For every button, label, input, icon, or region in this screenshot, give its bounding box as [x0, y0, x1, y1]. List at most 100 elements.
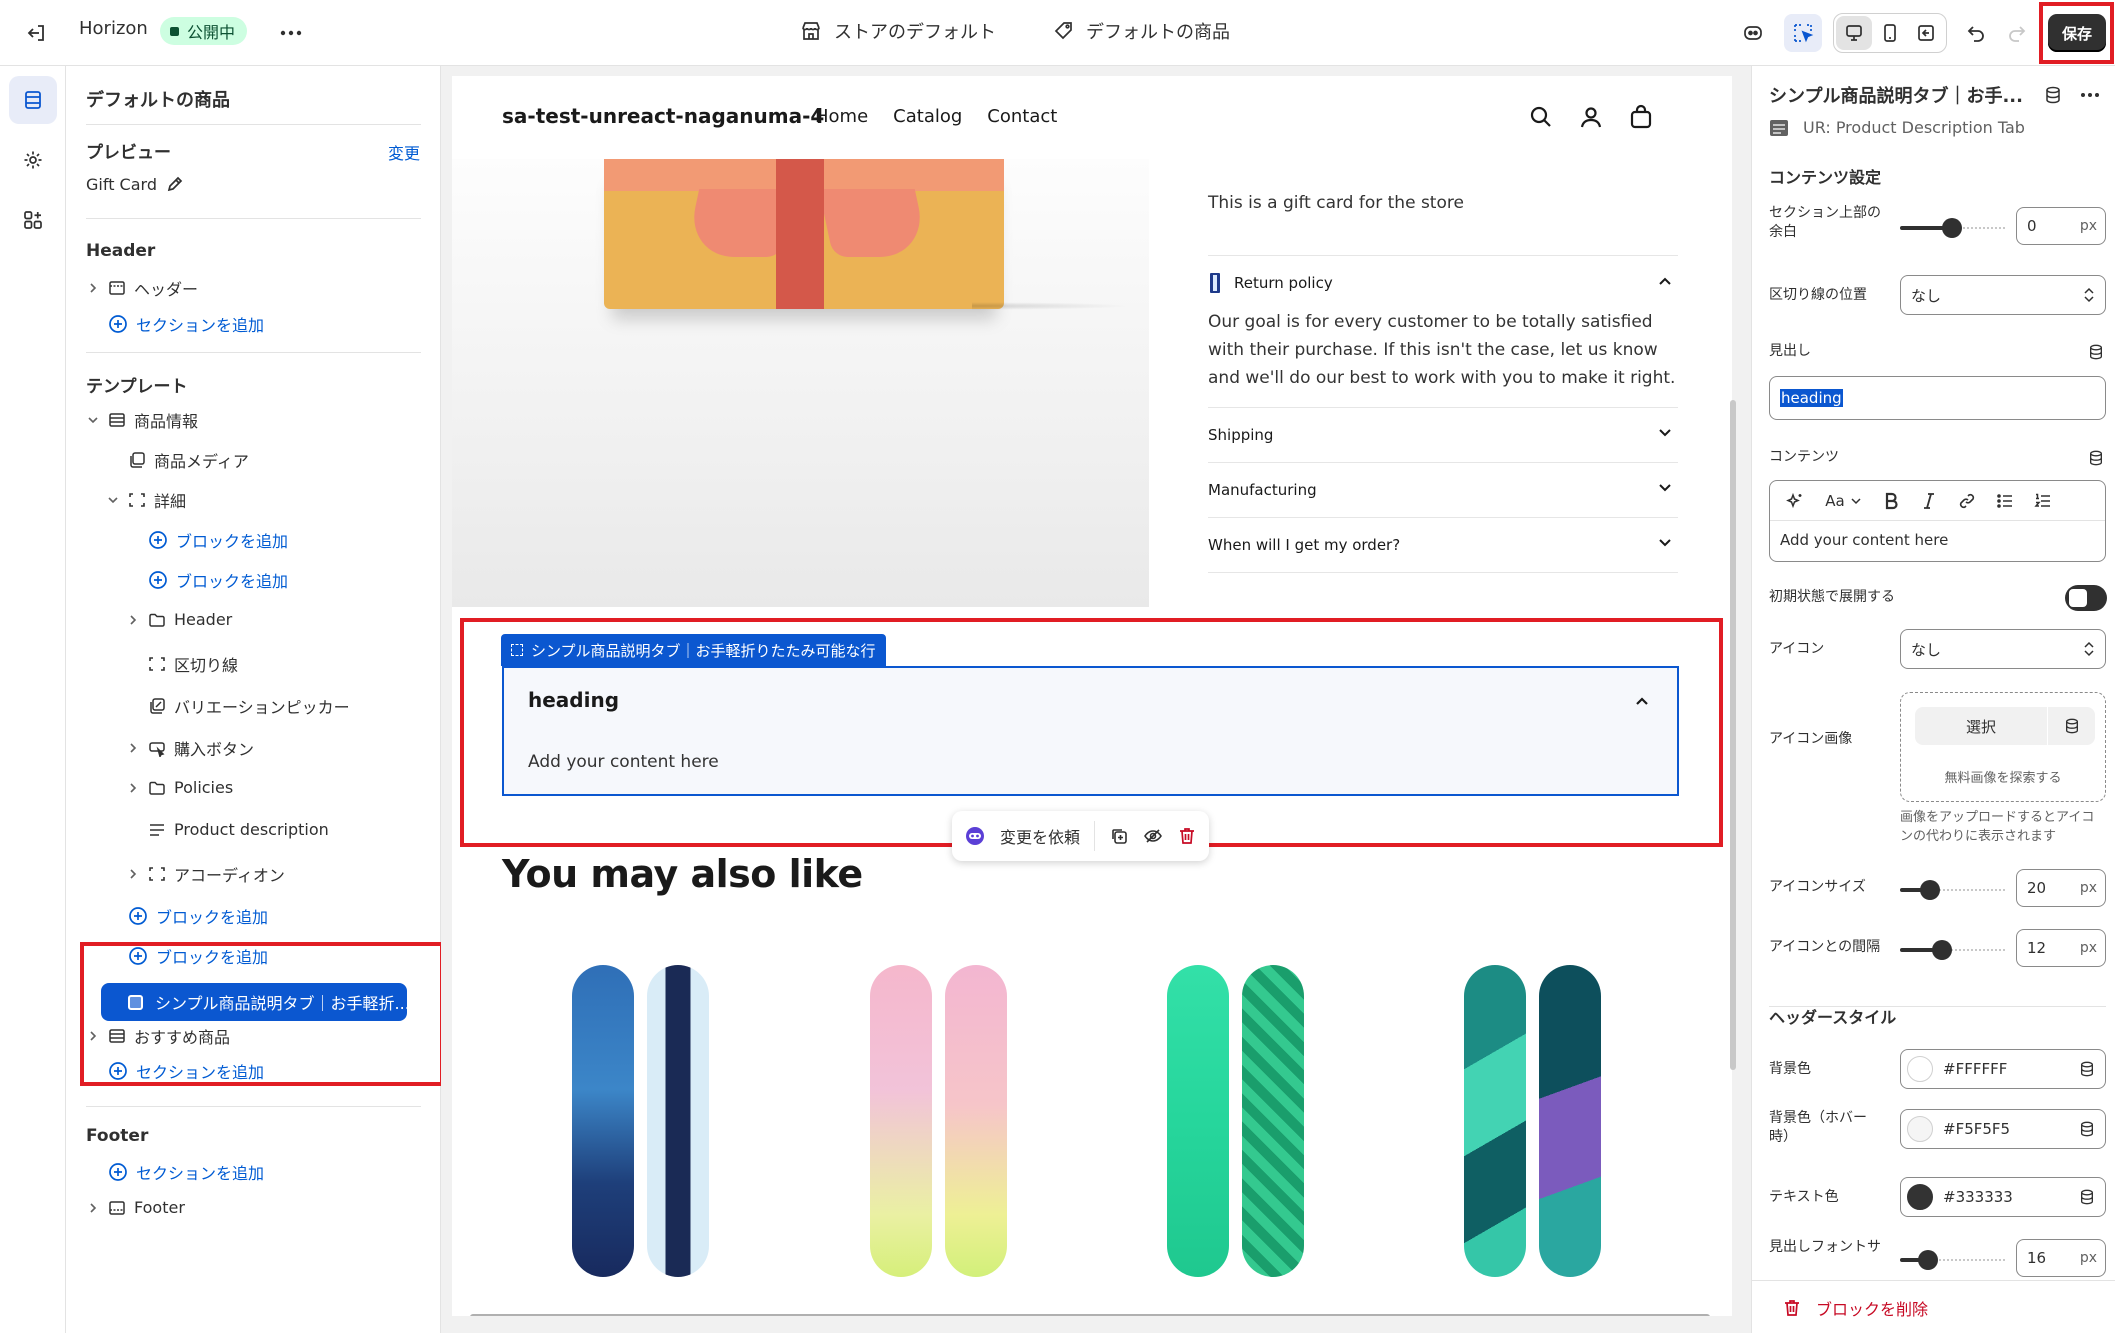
bullet-list-button[interactable]	[1990, 492, 2020, 510]
duplicate-icon[interactable]	[1109, 826, 1129, 846]
link-button[interactable]	[1952, 492, 1982, 510]
fullscreen-view-button[interactable]	[1908, 16, 1944, 50]
heading-font-size-input[interactable]: 16 px	[2016, 1239, 2106, 1277]
add-section-button[interactable]: セクションを追加	[108, 312, 264, 336]
tree-item-policies[interactable]: Policies	[126, 778, 233, 797]
accordion-shipping[interactable]: Shipping	[1208, 407, 1678, 444]
top-margin-input[interactable]: 0 px	[2016, 207, 2106, 245]
chevron-right-icon[interactable]	[86, 1030, 100, 1042]
database-icon[interactable]	[2088, 344, 2104, 360]
tree-item-product-media[interactable]: 商品メディア	[128, 448, 249, 472]
preview-change-link[interactable]: 変更	[388, 140, 420, 164]
tree-item-details[interactable]: 詳細	[106, 488, 186, 512]
cart-icon[interactable]	[1628, 104, 1654, 130]
accordion-return-policy[interactable]: Return policy	[1208, 255, 1678, 293]
tree-item-header-block[interactable]: Header	[126, 610, 232, 629]
accordion-manufacturing[interactable]: Manufacturing	[1208, 462, 1678, 499]
chevron-down-icon[interactable]	[1658, 483, 1672, 493]
image-source-button[interactable]	[2047, 707, 2095, 745]
chevron-right-icon[interactable]	[126, 614, 140, 626]
chevron-down-icon[interactable]	[86, 415, 100, 425]
add-block-button[interactable]: ブロックを追加	[148, 568, 288, 592]
add-block-button[interactable]: ブロックを追加	[128, 944, 268, 968]
icon-gap-input[interactable]: 12 px	[2016, 929, 2106, 967]
ai-sparkle-button[interactable]	[1780, 492, 1810, 510]
simple-description-tab-section[interactable]: heading Add your content here	[502, 666, 1679, 796]
tree-item-variant-picker[interactable]: バリエーションピッカー	[148, 694, 350, 718]
trash-icon[interactable]	[1177, 826, 1197, 846]
scroll-thumb[interactable]	[470, 1314, 1710, 1316]
icon-gap-slider[interactable]	[1900, 940, 2005, 960]
chevron-right-icon[interactable]	[126, 782, 140, 794]
chevron-up-icon[interactable]	[1635, 696, 1649, 706]
chevron-right-icon[interactable]	[126, 742, 140, 754]
more-actions-button[interactable]	[272, 14, 310, 52]
icon-size-slider[interactable]	[1900, 880, 2005, 900]
request-change-button[interactable]: 変更を依頼	[1000, 824, 1080, 848]
slider-knob[interactable]	[1932, 940, 1952, 960]
apps-rail-button[interactable]	[9, 196, 57, 244]
database-icon[interactable]	[2044, 86, 2062, 104]
desktop-view-button[interactable]	[1836, 16, 1872, 50]
color-swatch[interactable]	[1907, 1184, 1933, 1210]
product-media[interactable]	[452, 159, 1149, 607]
tree-item-footer[interactable]: Footer	[86, 1198, 185, 1217]
color-swatch[interactable]	[1907, 1116, 1933, 1142]
chevron-right-icon[interactable]	[86, 282, 100, 294]
nav-contact[interactable]: Contact	[987, 106, 1057, 127]
default-product-selector[interactable]: デフォルトの商品	[1054, 18, 1230, 44]
slider-knob[interactable]	[1920, 880, 1940, 900]
account-icon[interactable]	[1578, 104, 1604, 130]
preview-value[interactable]: Gift Card	[86, 174, 185, 194]
settings-rail-button[interactable]	[9, 136, 57, 184]
tree-item-recommended[interactable]: おすすめ商品	[86, 1024, 230, 1048]
chevron-down-icon[interactable]	[1658, 428, 1672, 438]
bold-button[interactable]	[1876, 492, 1906, 510]
tree-item-product-description[interactable]: Product description	[148, 820, 329, 839]
tree-item-selected-simple-tab[interactable]: シンプル商品説明タブ｜お手軽折...	[101, 983, 407, 1021]
nav-catalog[interactable]: Catalog	[893, 106, 962, 127]
tree-item-accordion[interactable]: アコーディオン	[126, 862, 285, 886]
icon-size-input[interactable]: 20 px	[2016, 869, 2106, 907]
store-name[interactable]: sa-test-unreact-naganuma-4	[502, 104, 824, 128]
inspector-button[interactable]	[1784, 14, 1822, 52]
chevron-right-icon[interactable]	[126, 868, 140, 880]
save-button[interactable]: 保存	[2048, 14, 2106, 52]
top-margin-slider[interactable]	[1900, 218, 2005, 238]
tree-item-buy-button[interactable]: 購入ボタン	[126, 736, 254, 760]
add-block-button[interactable]: ブロックを追加	[128, 904, 268, 928]
chevron-right-icon[interactable]	[86, 1202, 100, 1214]
text-style-dropdown[interactable]: Aa	[1818, 492, 1868, 510]
search-icon[interactable]	[1528, 104, 1554, 130]
heading-font-size-slider[interactable]	[1900, 1250, 2005, 1270]
store-default-selector[interactable]: ストアのデフォルト	[800, 18, 996, 44]
add-section-button[interactable]: セクションを追加	[108, 1060, 264, 1082]
exit-button[interactable]	[18, 14, 56, 52]
mobile-view-button[interactable]	[1872, 16, 1908, 50]
heading-input[interactable]: heading	[1769, 376, 2106, 420]
nav-home[interactable]: Home	[815, 106, 868, 127]
section-tag[interactable]: シンプル商品説明タブ｜お手軽折りたたみ可能な行	[501, 634, 886, 666]
italic-button[interactable]	[1914, 492, 1944, 510]
sections-rail-button[interactable]	[9, 76, 57, 124]
redo-button[interactable]	[1998, 14, 2036, 52]
text-color-input[interactable]: #333333	[1900, 1177, 2106, 1217]
color-swatch[interactable]	[1907, 1056, 1933, 1082]
chevron-up-icon[interactable]	[1658, 276, 1672, 286]
database-icon[interactable]	[2088, 450, 2104, 466]
tree-item-divider[interactable]: 区切り線	[148, 652, 238, 676]
tree-item-product-info[interactable]: 商品情報	[86, 408, 198, 432]
chevron-down-icon[interactable]	[106, 495, 120, 505]
hide-icon[interactable]	[1143, 826, 1163, 846]
add-section-button[interactable]: セクションを追加	[108, 1160, 264, 1184]
more-icon[interactable]	[2080, 92, 2100, 98]
divider-position-select[interactable]: なし	[1900, 275, 2106, 315]
bg-hover-color-input[interactable]: #F5F5F5	[1900, 1109, 2106, 1149]
slider-knob[interactable]	[1918, 1250, 1938, 1270]
chevron-down-icon[interactable]	[1658, 538, 1672, 548]
explore-free-images-link[interactable]: 無料画像を探索する	[1901, 767, 2105, 786]
undo-button[interactable]	[1957, 14, 1995, 52]
accordion-when-order[interactable]: When will I get my order?	[1208, 517, 1678, 554]
select-image-button[interactable]: 選択	[1915, 707, 2095, 745]
ai-assist-button[interactable]	[1734, 14, 1772, 52]
